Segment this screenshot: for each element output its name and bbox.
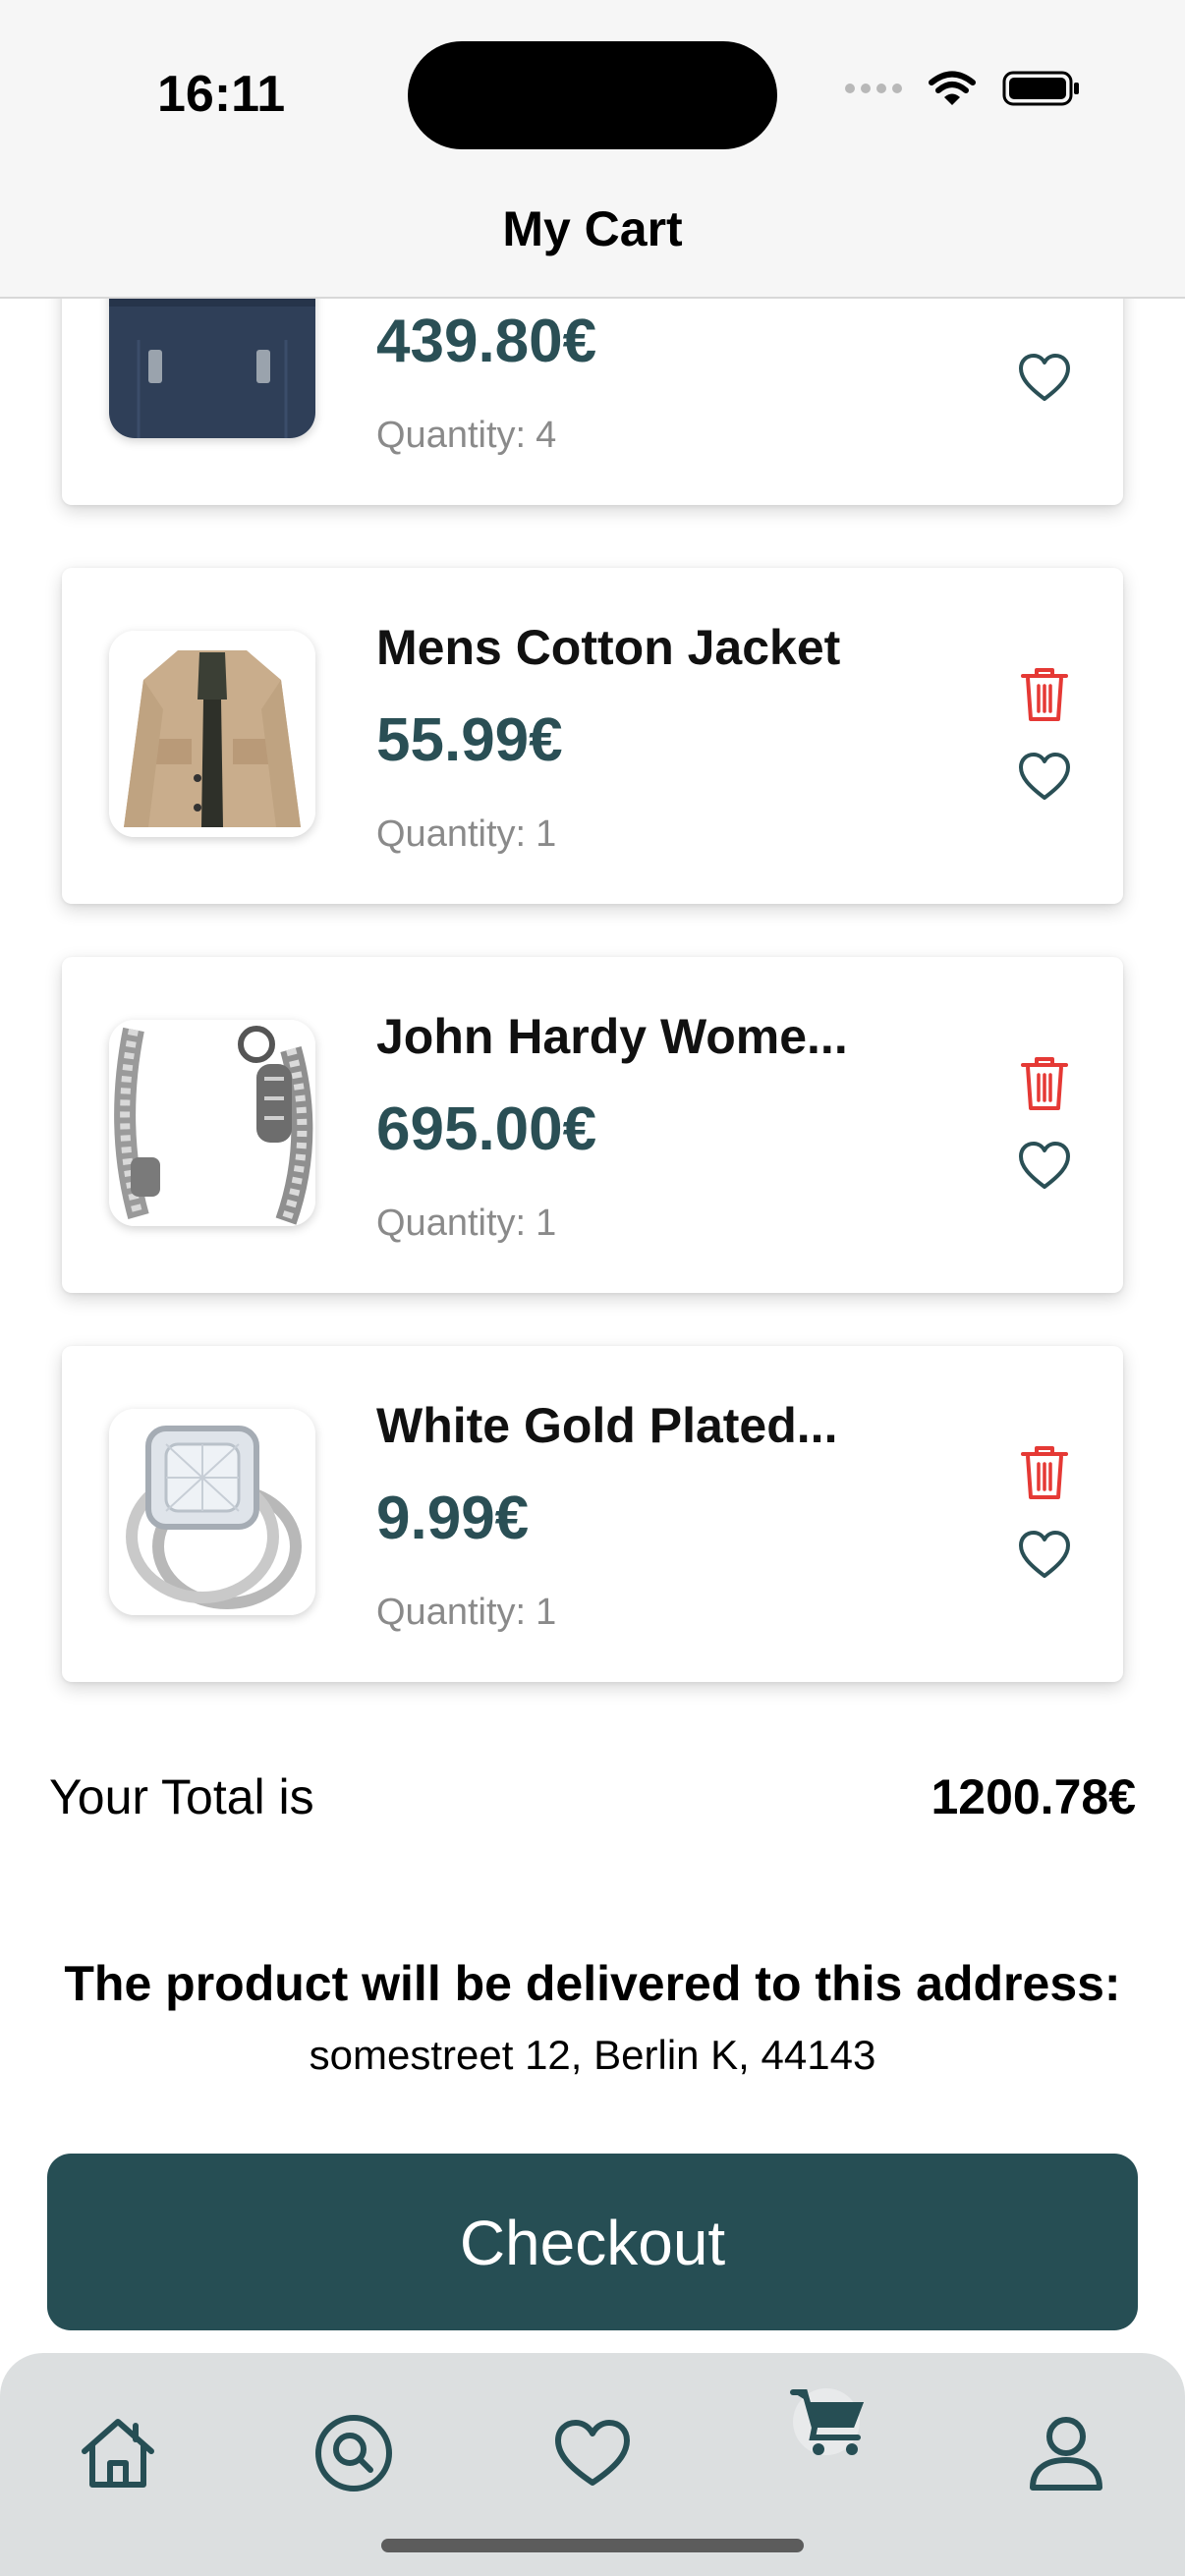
cellular-signal-icon <box>845 84 902 93</box>
quantity-value: 1 <box>536 1592 557 1633</box>
item-price: 9.99€ <box>376 1484 530 1552</box>
item-name: White Gold Plated... <box>376 1398 838 1453</box>
tab-cart[interactable] <box>781 2373 879 2471</box>
trash-icon[interactable] <box>1019 1442 1070 1501</box>
tab-home[interactable] <box>69 2404 167 2502</box>
navigation-header: 16:11 My Cart <box>0 0 1185 299</box>
item-price: 55.99€ <box>376 706 563 774</box>
item-quantity: Quantity: 1 <box>376 1203 556 1245</box>
home-icon <box>82 2419 154 2488</box>
profile-icon <box>1030 2417 1102 2491</box>
cart-item-card: John Hardy Wome... 695.00€ Quantity: 1 <box>62 957 1123 1293</box>
product-image-ring <box>109 1409 315 1615</box>
quantity-label: Quantity: <box>376 415 527 456</box>
tab-search[interactable] <box>305 2404 403 2502</box>
quantity-label: Quantity: <box>376 1203 527 1244</box>
dynamic-island <box>408 41 777 149</box>
item-price: 695.00€ <box>376 1095 597 1163</box>
quantity-label: Quantity: <box>376 813 527 855</box>
total-label: Your Total is <box>49 1769 314 1824</box>
delivery-title: The product will be delivered to this ad… <box>64 1956 1121 2011</box>
favorite-heart-icon[interactable] <box>1017 751 1072 802</box>
trash-icon[interactable] <box>1019 1053 1070 1112</box>
favorite-heart-icon[interactable] <box>1017 1529 1072 1580</box>
wifi-icon <box>929 71 976 105</box>
checkout-button[interactable]: Checkout <box>47 2154 1138 2330</box>
product-image-bag <box>109 297 315 438</box>
trash-icon[interactable] <box>1019 664 1070 723</box>
quantity-value: 1 <box>536 813 557 855</box>
favorite-heart-icon[interactable] <box>1017 352 1072 403</box>
tab-favorites[interactable] <box>543 2404 642 2502</box>
cart-item-card: Mens Cotton Jacket 55.99€ Quantity: 1 <box>62 568 1123 904</box>
total-row: Your Total is 1200.78€ <box>49 1768 1136 1827</box>
item-price: 439.80€ <box>376 308 597 375</box>
battery-icon <box>1002 71 1079 106</box>
favorite-heart-icon[interactable] <box>1017 1140 1072 1191</box>
search-icon <box>315 2415 392 2492</box>
page-title: My Cart <box>502 201 683 256</box>
cart-item-card: White Gold Plated... 9.99€ Quantity: 1 <box>62 1346 1123 1682</box>
delivery-address: somestreet 12, Berlin K, 44143 <box>309 2032 876 2078</box>
item-name: John Hardy Wome... <box>376 1009 848 1064</box>
cart-icon <box>790 2388 864 2455</box>
item-quantity: Quantity: 1 <box>376 1592 556 1634</box>
tab-profile[interactable] <box>1017 2404 1115 2502</box>
item-quantity: Quantity: 4 <box>376 415 556 457</box>
status-icons <box>845 69 1081 108</box>
item-quantity: Quantity: 1 <box>376 813 556 856</box>
heart-icon <box>555 2420 630 2486</box>
home-indicator <box>381 2539 804 2552</box>
total-value: 1200.78€ <box>931 1769 1136 1824</box>
cart-item-card: 439.80€ Quantity: 4 <box>62 297 1123 505</box>
quantity-label: Quantity: <box>376 1592 527 1633</box>
item-name: Mens Cotton Jacket <box>376 620 841 675</box>
product-image-jacket <box>109 631 315 837</box>
quantity-value: 1 <box>536 1203 557 1244</box>
product-image-bracelet <box>109 1020 315 1226</box>
status-time: 16:11 <box>157 66 286 123</box>
quantity-value: 4 <box>536 415 557 456</box>
